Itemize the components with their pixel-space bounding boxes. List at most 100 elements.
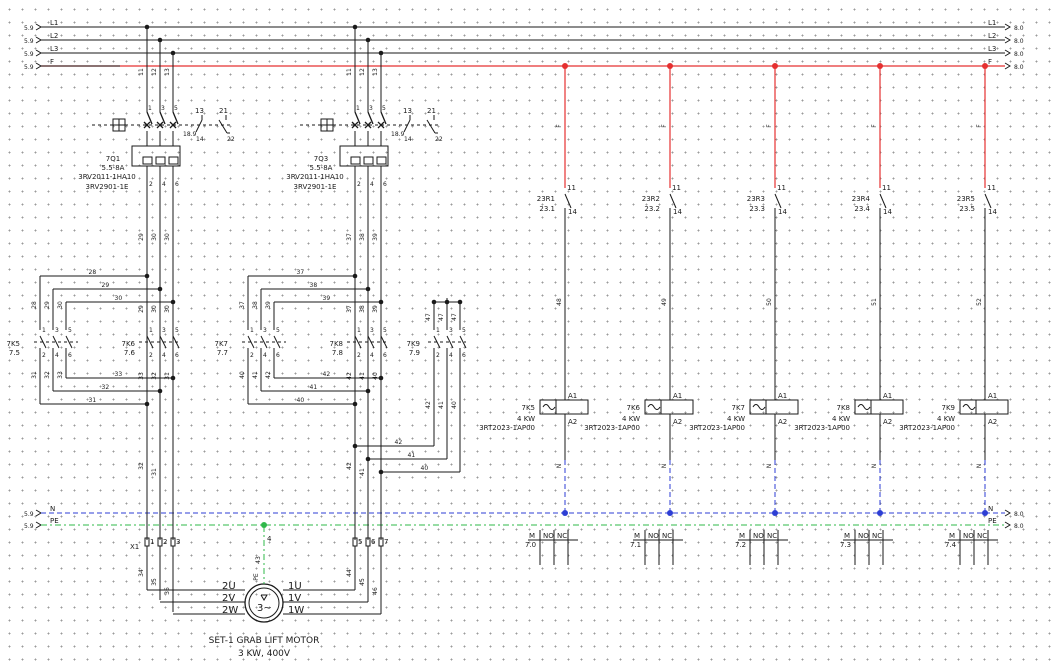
coil-symbol	[542, 404, 556, 410]
breaker-pin: 6	[175, 181, 179, 188]
contactor-pin: 6	[276, 352, 280, 359]
contactor-pin: 2	[42, 352, 46, 359]
term-label: NO	[648, 532, 659, 540]
wire-number: 30	[164, 305, 171, 313]
relay-tag: 23R4	[852, 195, 871, 203]
aux-pin: 14	[404, 136, 412, 143]
bus-ref-right: 8.0	[1014, 25, 1024, 32]
aux-pin: 22	[435, 136, 443, 143]
aux-contact	[426, 119, 436, 134]
thermal-element	[350, 156, 361, 165]
bus-arrow-left	[35, 509, 42, 517]
contactor-pin: 2	[436, 352, 440, 359]
contactor-pin: 4	[263, 352, 267, 359]
coil-part: 3RT2023-1AP00	[899, 424, 955, 432]
coil-power: 4 KW	[832, 415, 850, 423]
bus-arrow-right	[1004, 49, 1011, 57]
wire-number: 41	[252, 371, 259, 379]
wire-number: N	[556, 464, 563, 469]
term-ref: 7.3	[840, 541, 851, 549]
contactor-pin: 3	[370, 327, 374, 334]
contactor-pin: 2	[149, 352, 153, 359]
coil-body	[854, 399, 904, 415]
wire-number: 41	[408, 452, 416, 459]
wire-number: 31	[89, 397, 97, 404]
coil-symbol	[857, 404, 871, 410]
relay-pin: 14	[988, 208, 997, 216]
breaker-part: 3RV2011-1HA10	[286, 173, 343, 181]
contactor-ref: 7.8	[332, 349, 343, 357]
breaker-pin: 2	[357, 181, 361, 188]
breaker-range: 5.5-8A	[310, 164, 333, 172]
term-label: M	[949, 532, 955, 540]
motor-terminal: 2V	[222, 593, 235, 604]
motor-terminal: 1U	[288, 581, 302, 592]
junction-dot	[667, 63, 673, 69]
contact-blade	[984, 193, 992, 209]
junction-dot	[378, 50, 384, 56]
term-label: NO	[753, 532, 764, 540]
relay-ref: 23.1	[539, 205, 555, 213]
junction-dot	[378, 375, 384, 381]
junction-dot	[982, 63, 988, 69]
bus-arrow-left	[35, 521, 42, 529]
wire-number: 12	[359, 68, 366, 76]
coil-body	[749, 399, 799, 415]
wire-number: 30	[151, 305, 158, 313]
bus-ref-right: 8.0	[1014, 523, 1024, 530]
schematic-diagram[interactable]: 5.9 L1 L1 8.0 5.9 L2 L2 8.0 5.9 L3 L3 8.0 5.9 F F 8.0 5.…	[0, 0, 1051, 663]
junction-dot	[378, 469, 384, 475]
contact-blade	[669, 193, 677, 209]
breaker-range: 5.5-8A	[102, 164, 125, 172]
wire-number: F	[976, 124, 983, 128]
wire-number: 41	[359, 468, 366, 476]
coil-pin: A1	[988, 392, 997, 400]
breaker-pin: 1	[356, 105, 360, 112]
wire-number: 39	[372, 233, 379, 241]
bus-label-left: L2	[50, 32, 58, 40]
contactor-pin: 3	[449, 327, 453, 334]
bus-ref-left: 5.9	[24, 51, 34, 58]
aux-pin: 13	[403, 107, 412, 115]
wire-number: 35	[151, 578, 158, 586]
bus-ref-left: 5.9	[24, 25, 34, 32]
breaker-pin: 6	[383, 181, 387, 188]
bus-label-left: L3	[50, 45, 58, 53]
term-label: NO	[858, 532, 869, 540]
breaker-pin: 5	[382, 105, 386, 112]
wire-number: 37	[239, 301, 246, 309]
junction-dot	[144, 273, 150, 279]
wire-number: 45	[359, 578, 366, 586]
aux-contact	[218, 119, 228, 134]
coil-pin: A2	[883, 418, 892, 426]
motor: 3~443PE2U342V352W36 1U441V451W46SET-1 GRA…	[138, 522, 382, 659]
contactor-pin: 4	[370, 352, 374, 359]
motor-terminal: 2U	[222, 581, 236, 592]
junction-dot	[772, 510, 778, 516]
breaker-pin: 3	[161, 105, 165, 112]
thermal-element	[155, 156, 166, 165]
control-circuit: F111423R123.148A1A27K54 KW3RT2023-1AP00N…	[479, 63, 1009, 565]
breaker-pin: 4	[162, 181, 166, 188]
aux-pin: 21	[219, 107, 228, 115]
term-label: M	[634, 532, 640, 540]
coil-symbol	[752, 404, 766, 410]
wire-number: 31	[164, 372, 171, 380]
term-label: NC	[557, 532, 567, 540]
junction-dot	[157, 388, 163, 394]
junction-dot	[365, 37, 371, 43]
junction-dot	[352, 273, 358, 279]
contactor-pin: 4	[55, 352, 59, 359]
terminal-pin: 6	[371, 538, 376, 546]
wire-number: 37	[297, 269, 305, 276]
relay-pin: 14	[568, 208, 577, 216]
junction-dot	[157, 37, 163, 43]
wire-number: F	[661, 124, 668, 128]
breaker-aux-part: 3RV2901-1E	[294, 183, 337, 191]
relay-pin: 14	[778, 208, 787, 216]
term-label: NC	[662, 532, 672, 540]
relay-pin: 11	[882, 184, 891, 192]
wire-number: 39	[265, 301, 272, 309]
contactor-ref: 7.7	[217, 349, 228, 357]
motor-terminal: 1W	[288, 605, 304, 616]
